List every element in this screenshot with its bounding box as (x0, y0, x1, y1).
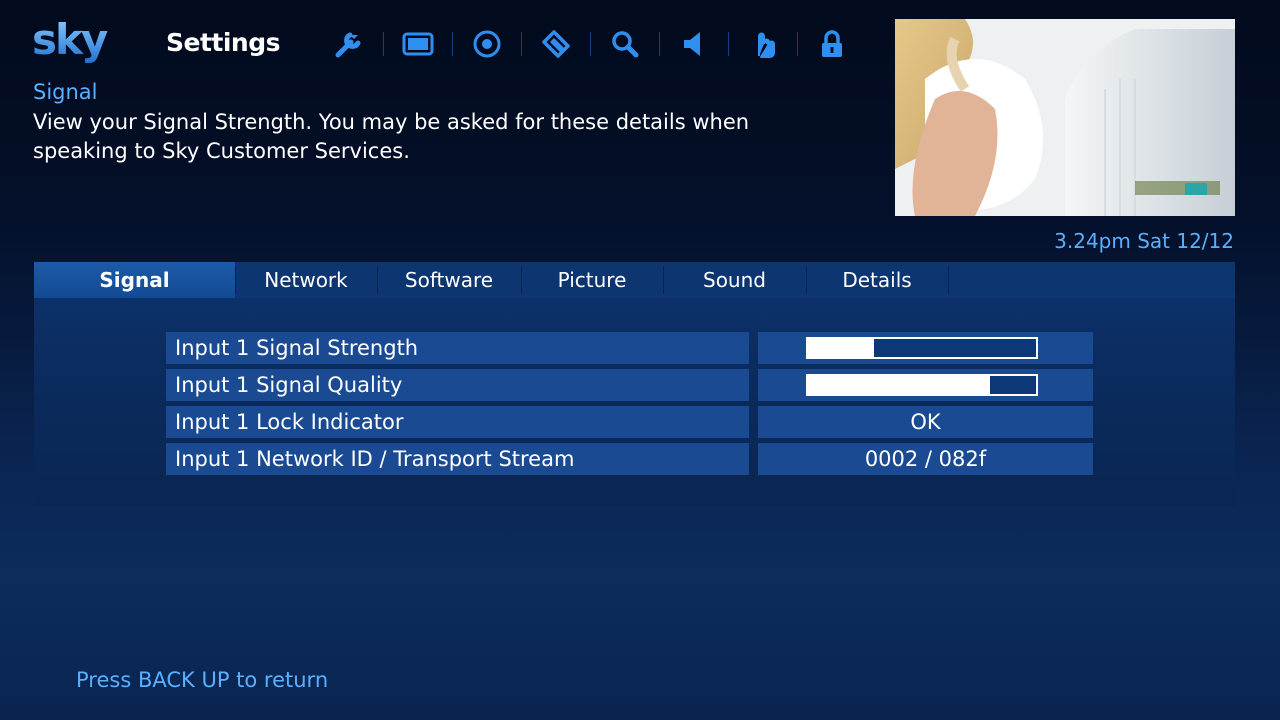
tab-software[interactable]: Software (377, 262, 521, 298)
wrench-icon[interactable] (314, 22, 383, 66)
clock: 3.24pm Sat 12/12 (1054, 229, 1234, 253)
network-id-label: Input 1 Network ID / Transport Stream (166, 443, 749, 475)
table-row: Input 1 Network ID / Transport Stream 00… (166, 443, 1093, 475)
back-hint: Press BACK UP to return (76, 668, 329, 692)
settings-icon-bar (314, 22, 866, 66)
lock-indicator-value: OK (758, 406, 1093, 438)
record-disc-icon[interactable] (452, 22, 521, 66)
table-row: Input 1 Lock Indicator OK (166, 406, 1093, 438)
network-id-value: 0002 / 082f (758, 443, 1093, 475)
signal-strength-meter-fill (808, 339, 875, 357)
table-row: Input 1 Signal Quality (166, 369, 1093, 401)
signal-strength-value (758, 332, 1093, 364)
lock-indicator-label: Input 1 Lock Indicator (166, 406, 749, 438)
tag-icon[interactable] (521, 22, 590, 66)
tab-bar-filler (948, 262, 1235, 298)
touch-hand-icon[interactable] (728, 22, 797, 66)
search-icon[interactable] (590, 22, 659, 66)
signal-quality-meter-fill (808, 376, 991, 394)
tab-bar: Signal Network Software Picture Sound De… (34, 262, 1235, 298)
tab-picture[interactable]: Picture (521, 262, 663, 298)
signal-info-table: Input 1 Signal Strength Input 1 Signal Q… (166, 332, 1093, 480)
lock-icon[interactable] (797, 22, 866, 66)
speaker-icon[interactable] (659, 22, 728, 66)
signal-quality-label: Input 1 Signal Quality (166, 369, 749, 401)
signal-quality-value (758, 369, 1093, 401)
tab-network[interactable]: Network (235, 262, 377, 298)
tab-details[interactable]: Details (806, 262, 948, 298)
tab-signal[interactable]: Signal (34, 262, 235, 298)
signal-strength-label: Input 1 Signal Strength (166, 332, 749, 364)
sky-logo: sky (32, 15, 110, 64)
svg-text:sky: sky (32, 15, 108, 64)
tab-sound[interactable]: Sound (663, 262, 806, 298)
section-name: Signal (33, 80, 98, 104)
signal-strength-meter (806, 337, 1038, 359)
tv-screen-icon[interactable] (383, 22, 452, 66)
section-description: View your Signal Strength. You may be as… (33, 110, 750, 163)
signal-quality-meter (806, 374, 1038, 396)
live-tv-preview (895, 19, 1235, 216)
table-row: Input 1 Signal Strength (166, 332, 1093, 364)
page-title: Settings (166, 28, 281, 57)
